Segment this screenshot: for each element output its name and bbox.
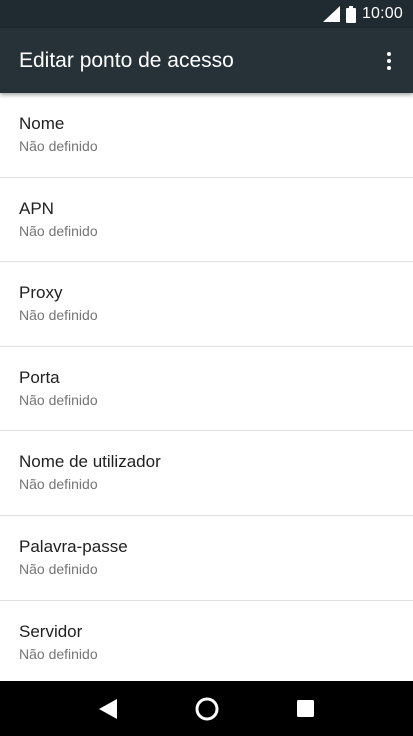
home-button[interactable] (183, 685, 231, 733)
navigation-bar (0, 681, 413, 736)
back-icon (98, 698, 117, 719)
field-label: Nome (19, 114, 65, 133)
page-title: Editar ponto de acesso (19, 48, 234, 72)
status-bar: 10:00 (0, 0, 413, 28)
back-button[interactable] (84, 685, 132, 733)
field-servidor[interactable]: Servidor Não definido (0, 601, 413, 681)
field-label: Porta (19, 367, 60, 387)
field-porta[interactable]: Porta Não definido (0, 347, 413, 432)
recents-button[interactable] (282, 685, 330, 733)
field-label: Nome de utilizador (19, 452, 161, 472)
field-nome-de-utilizador[interactable]: Nome de utilizador Não definido (0, 431, 413, 516)
field-value: Não definido (19, 391, 98, 408)
field-value: Não definido (19, 222, 98, 239)
field-value: Não definido (19, 138, 98, 154)
field-value: Não definido (19, 476, 98, 493)
home-icon (195, 697, 218, 720)
more-options-button[interactable] (377, 41, 401, 81)
app-bar: Editar ponto de acesso (0, 28, 413, 93)
recents-icon (297, 700, 314, 717)
signal-icon (322, 6, 340, 22)
apn-settings-list: Nome Não definido APN Não definido Proxy… (0, 93, 413, 681)
field-value: Não definido (19, 560, 98, 577)
field-label: APN (19, 198, 54, 218)
field-label: Palavra-passe (19, 536, 128, 556)
field-value: Não definido (19, 307, 98, 324)
field-nome[interactable]: Nome Não definido (0, 93, 413, 178)
status-time: 10:00 (361, 5, 403, 22)
field-value: Não definido (19, 645, 98, 662)
field-label: Servidor (19, 621, 83, 641)
more-vert-icon (387, 51, 391, 56)
field-proxy[interactable]: Proxy Não definido (0, 262, 413, 347)
field-apn[interactable]: APN Não definido (0, 178, 413, 263)
field-label: Proxy (19, 283, 63, 303)
field-palavra-passe[interactable]: Palavra-passe Não definido (0, 516, 413, 601)
battery-icon (345, 5, 356, 23)
